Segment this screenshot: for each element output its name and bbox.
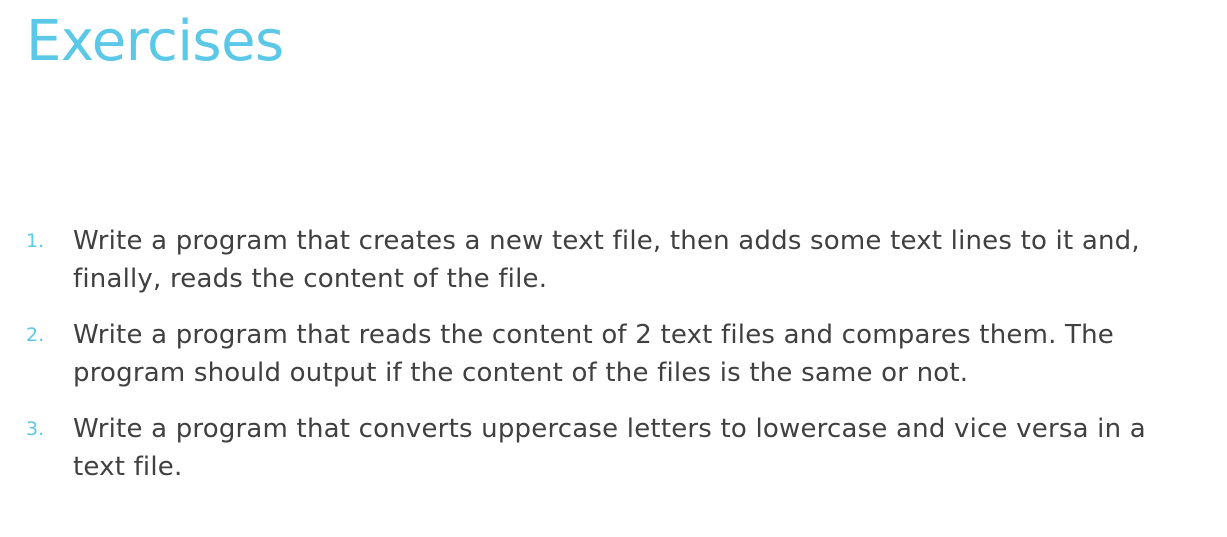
exercise-number: 3. <box>26 418 45 440</box>
exercise-text: Write a program that creates a new text … <box>73 226 1140 294</box>
exercise-item-2: 2. Write a program that reads the conten… <box>26 316 1206 392</box>
exercise-item-3: 3. Write a program that converts upperca… <box>26 410 1206 486</box>
exercise-number: 2. <box>26 324 45 346</box>
exercise-number: 1. <box>26 230 45 252</box>
exercise-text: Write a program that reads the content o… <box>73 320 1114 388</box>
exercise-list: 1. Write a program that creates a new te… <box>26 222 1206 504</box>
slide-title: Exercises <box>26 9 284 74</box>
exercise-text: Write a program that converts uppercase … <box>73 414 1146 482</box>
exercise-item-1: 1. Write a program that creates a new te… <box>26 222 1206 298</box>
